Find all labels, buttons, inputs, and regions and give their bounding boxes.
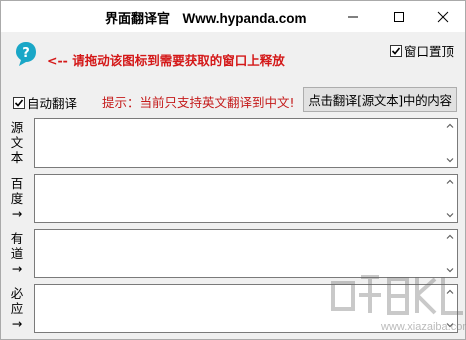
maximize-button[interactable] — [377, 1, 421, 32]
panel-label: 必应 → — [10, 286, 24, 331]
watermark-text: www.xiazaiba.com — [381, 321, 466, 333]
baidu-result-textarea[interactable] — [34, 174, 458, 223]
minimize-icon — [348, 16, 358, 17]
checkmark-icon — [14, 98, 24, 107]
auto-translate-label: 自动翻译 — [27, 96, 78, 111]
drag-target-icon[interactable]: ? — [15, 41, 37, 67]
hint-label: 提示： — [102, 95, 140, 110]
scroll-down-icon[interactable] — [446, 211, 454, 219]
maximize-icon — [394, 11, 404, 22]
hint-message: 当前只支持英文翻译到中文! — [139, 95, 295, 110]
window-title-url: Www.hypanda.com — [182, 11, 307, 26]
scrollbar[interactable] — [443, 175, 457, 222]
source-textarea[interactable] — [34, 118, 458, 168]
baidu-label: 百度 → — [9, 176, 25, 221]
youdao-label: 有道 → — [9, 231, 25, 276]
drag-instruction: <-- 请拖动该图标到需要获取的窗口上释放 — [47, 53, 285, 68]
checkmark-icon — [391, 46, 401, 55]
youdao-result-textarea[interactable] — [34, 229, 458, 278]
translate-source-button[interactable]: 点击翻译[源文本]中的内容 — [303, 87, 457, 112]
panel-label: 百度 → — [10, 176, 24, 221]
panel-label: 有道 → — [10, 231, 24, 276]
title-bar[interactable]: 界面翻译官 Www.hypanda.com — [1, 1, 465, 32]
scroll-down-icon[interactable] — [446, 156, 454, 164]
bing-label: 必应 → — [9, 286, 25, 331]
panel-label: 源文本 — [10, 120, 24, 165]
source-text-label: 源文本 — [9, 120, 25, 165]
scroll-down-icon[interactable] — [446, 266, 454, 274]
window-title: 界面翻译官 Www.hypanda.com — [105, 8, 307, 27]
window-title-cn: 界面翻译官 — [105, 12, 171, 27]
main-window: 界面翻译官 Www.hypanda.com ? <-- 请拖动该图标到需要获取的… — [0, 0, 466, 340]
svg-text:?: ? — [22, 46, 30, 61]
scroll-up-icon[interactable] — [446, 122, 454, 130]
scroll-up-icon[interactable] — [446, 233, 454, 241]
close-icon — [437, 11, 449, 22]
minimize-button[interactable] — [331, 1, 375, 32]
auto-translate-check-box[interactable] — [13, 96, 25, 109]
topmost-label: 窗口置顶 — [404, 44, 455, 59]
hint-text: 提示：当前只支持英文翻译到中文! — [102, 92, 295, 111]
close-button[interactable] — [421, 1, 465, 32]
topmost-checkbox[interactable]: 窗口置顶 — [390, 41, 454, 60]
scroll-up-icon[interactable] — [446, 288, 454, 296]
auto-translate-checkbox[interactable]: 自动翻译 — [13, 93, 77, 112]
scroll-up-icon[interactable] — [446, 178, 454, 186]
topmost-check-box[interactable] — [390, 44, 402, 57]
scrollbar[interactable] — [443, 230, 457, 277]
scrollbar[interactable] — [443, 119, 457, 167]
